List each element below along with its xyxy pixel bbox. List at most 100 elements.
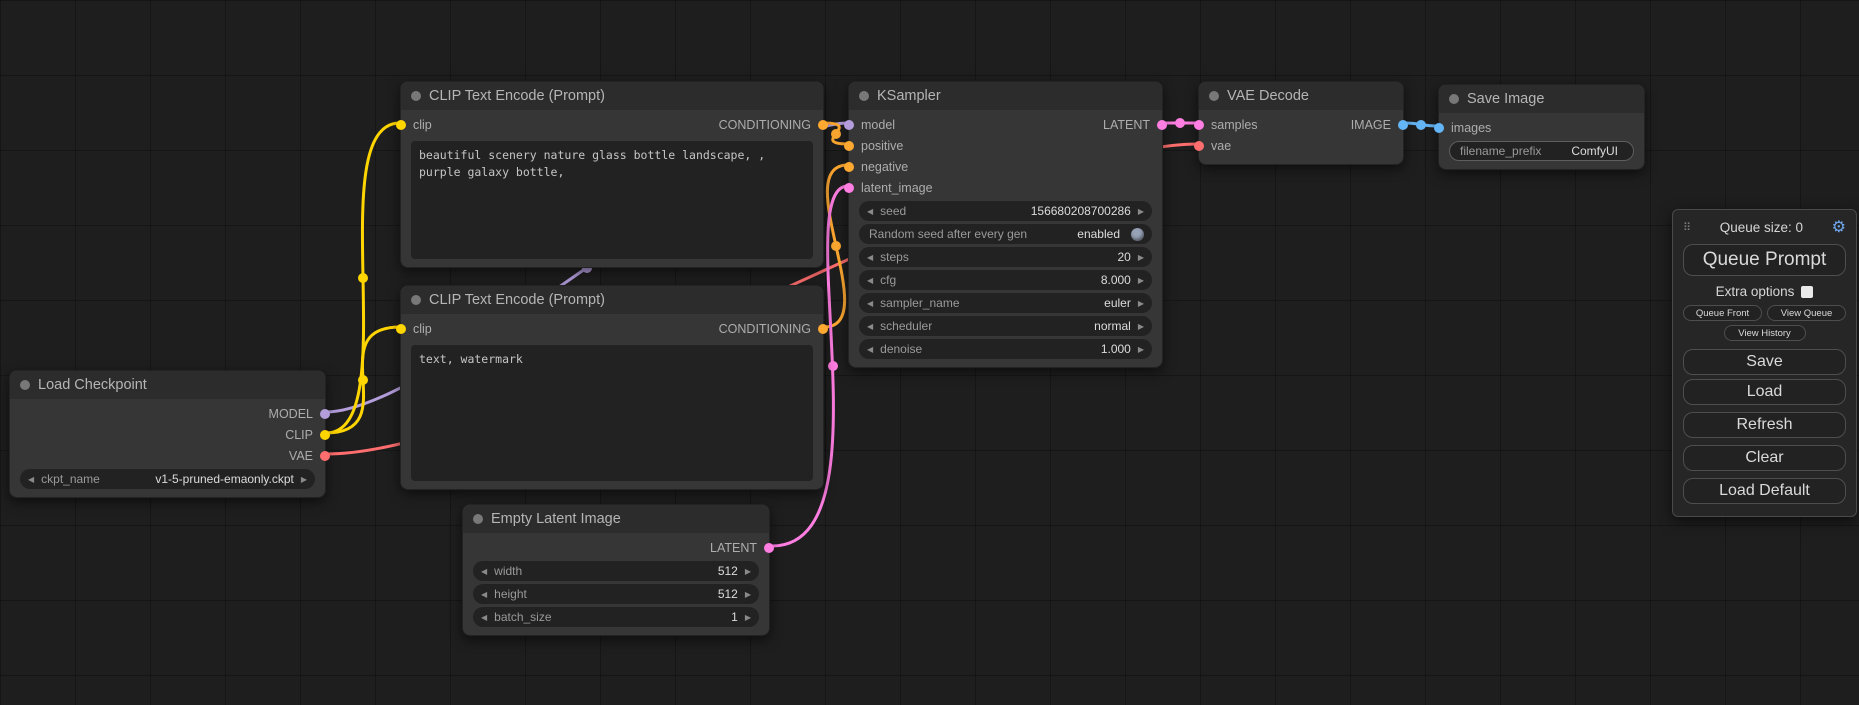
queue-front-button[interactable]: Queue Front bbox=[1683, 305, 1762, 321]
slot-row: model LATENT bbox=[849, 114, 1162, 135]
widget-value: enabled bbox=[1077, 227, 1120, 241]
prompt-textarea[interactable]: text, watermark bbox=[411, 345, 813, 481]
node-vae-decode[interactable]: VAE Decode samples IMAGE vae bbox=[1198, 81, 1404, 165]
width-widget[interactable]: ◀ width 512 ▶ bbox=[473, 561, 759, 581]
input-dot-clip[interactable] bbox=[396, 120, 406, 130]
extra-options-checkbox[interactable] bbox=[1801, 286, 1813, 298]
stepper-left-icon[interactable]: ◀ bbox=[28, 475, 34, 484]
stepper-left-icon[interactable]: ◀ bbox=[867, 345, 873, 354]
output-dot-model[interactable] bbox=[320, 409, 330, 419]
node-title-bar[interactable]: KSampler bbox=[849, 82, 1162, 110]
node-title-bar[interactable]: Empty Latent Image bbox=[463, 505, 769, 533]
stepper-right-icon[interactable]: ▶ bbox=[1138, 322, 1144, 331]
scheduler-widget[interactable]: ◀ scheduler normal ▶ bbox=[859, 316, 1152, 336]
input-slot-latent-image: latent_image bbox=[849, 177, 1162, 198]
refresh-button[interactable]: Refresh bbox=[1683, 412, 1846, 438]
node-clip-text-encode-negative[interactable]: CLIP Text Encode (Prompt) clip CONDITION… bbox=[400, 285, 824, 490]
widget-label: filename_prefix bbox=[1460, 144, 1541, 158]
collapse-dot-icon[interactable] bbox=[1449, 94, 1459, 104]
node-title-bar[interactable]: VAE Decode bbox=[1199, 82, 1403, 110]
sampler-name-widget[interactable]: ◀ sampler_name euler ▶ bbox=[859, 293, 1152, 313]
input-dot-latent-image[interactable] bbox=[844, 183, 854, 193]
stepper-left-icon[interactable]: ◀ bbox=[481, 567, 487, 576]
collapse-dot-icon[interactable] bbox=[1209, 91, 1219, 101]
settings-gear-icon[interactable]: ⚙ bbox=[1832, 217, 1846, 237]
collapse-dot-icon[interactable] bbox=[20, 380, 30, 390]
node-title-bar[interactable]: Save Image bbox=[1439, 85, 1644, 113]
denoise-widget[interactable]: ◀ denoise 1.000 ▶ bbox=[859, 339, 1152, 359]
collapse-dot-icon[interactable] bbox=[473, 514, 483, 524]
stepper-left-icon[interactable]: ◀ bbox=[867, 322, 873, 331]
queue-panel-header: ⠿ Queue size: 0 ⚙ bbox=[1683, 216, 1846, 238]
view-queue-button[interactable]: View Queue bbox=[1767, 305, 1846, 321]
wire-midpoint-dot bbox=[1416, 120, 1426, 130]
input-dot-vae[interactable] bbox=[1194, 141, 1204, 151]
collapse-dot-icon[interactable] bbox=[411, 91, 421, 101]
node-load-checkpoint[interactable]: Load Checkpoint MODEL CLIP VAE ◀ ckpt_na… bbox=[9, 370, 326, 498]
input-dot-model[interactable] bbox=[844, 120, 854, 130]
stepper-right-icon[interactable]: ▶ bbox=[1138, 207, 1144, 216]
output-dot-latent[interactable] bbox=[1157, 120, 1167, 130]
node-title-bar[interactable]: Load Checkpoint bbox=[10, 371, 325, 399]
stepper-left-icon[interactable]: ◀ bbox=[481, 590, 487, 599]
stepper-left-icon[interactable]: ◀ bbox=[867, 299, 873, 308]
stepper-left-icon[interactable]: ◀ bbox=[867, 207, 873, 216]
wire-midpoint-dot bbox=[358, 273, 368, 283]
height-widget[interactable]: ◀ height 512 ▶ bbox=[473, 584, 759, 604]
input-dot-negative[interactable] bbox=[844, 162, 854, 172]
drag-handle-icon[interactable]: ⠿ bbox=[1683, 221, 1691, 234]
load-button[interactable]: Load bbox=[1683, 379, 1846, 405]
view-history-button[interactable]: View History bbox=[1724, 325, 1806, 341]
save-button[interactable]: Save bbox=[1683, 349, 1846, 375]
widget-value: 8.000 bbox=[1101, 273, 1131, 287]
node-title-bar[interactable]: CLIP Text Encode (Prompt) bbox=[401, 82, 823, 110]
output-dot-conditioning[interactable] bbox=[818, 324, 828, 334]
output-dot-vae[interactable] bbox=[320, 451, 330, 461]
collapse-dot-icon[interactable] bbox=[859, 91, 869, 101]
cfg-widget[interactable]: ◀ cfg 8.000 ▶ bbox=[859, 270, 1152, 290]
stepper-left-icon[interactable]: ◀ bbox=[481, 613, 487, 622]
widget-value: 512 bbox=[718, 564, 738, 578]
node-graph-canvas[interactable]: Load Checkpoint MODEL CLIP VAE ◀ ckpt_na… bbox=[0, 0, 1859, 705]
node-save-image[interactable]: Save Image images filename_prefix ComfyU… bbox=[1438, 84, 1645, 170]
input-dot-clip[interactable] bbox=[396, 324, 406, 334]
stepper-left-icon[interactable]: ◀ bbox=[867, 276, 873, 285]
batch-size-widget[interactable]: ◀ batch_size 1 ▶ bbox=[473, 607, 759, 627]
prompt-textarea[interactable]: beautiful scenery nature glass bottle la… bbox=[411, 141, 813, 259]
slot-row: samples IMAGE bbox=[1199, 114, 1403, 135]
ckpt-name-widget[interactable]: ◀ ckpt_name v1-5-pruned-emaonly.ckpt ▶ bbox=[20, 469, 315, 489]
filename-prefix-widget[interactable]: filename_prefix ComfyUI bbox=[1449, 141, 1634, 161]
stepper-right-icon[interactable]: ▶ bbox=[301, 475, 307, 484]
node-clip-text-encode-positive[interactable]: CLIP Text Encode (Prompt) clip CONDITION… bbox=[400, 81, 824, 268]
node-title-bar[interactable]: CLIP Text Encode (Prompt) bbox=[401, 286, 823, 314]
random-seed-toggle-widget[interactable]: Random seed after every gen enabled bbox=[859, 224, 1152, 244]
output-dot-conditioning[interactable] bbox=[818, 120, 828, 130]
input-slot-negative: negative bbox=[849, 156, 1162, 177]
collapse-dot-icon[interactable] bbox=[411, 295, 421, 305]
input-dot-positive[interactable] bbox=[844, 141, 854, 151]
node-ksampler[interactable]: KSampler model LATENT positive negative … bbox=[848, 81, 1163, 368]
output-dot-latent[interactable] bbox=[764, 543, 774, 553]
node-empty-latent-image[interactable]: Empty Latent Image LATENT ◀ width 512 ▶ … bbox=[462, 504, 770, 636]
input-dot-images[interactable] bbox=[1434, 123, 1444, 133]
load-default-button[interactable]: Load Default bbox=[1683, 478, 1846, 504]
stepper-right-icon[interactable]: ▶ bbox=[1138, 345, 1144, 354]
stepper-right-icon[interactable]: ▶ bbox=[745, 590, 751, 599]
seed-widget[interactable]: ◀ seed 156680208700286 ▶ bbox=[859, 201, 1152, 221]
stepper-left-icon[interactable]: ◀ bbox=[867, 253, 873, 262]
output-dot-image[interactable] bbox=[1398, 120, 1408, 130]
output-dot-clip[interactable] bbox=[320, 430, 330, 440]
queue-prompt-button[interactable]: Queue Prompt bbox=[1683, 244, 1846, 276]
stepper-right-icon[interactable]: ▶ bbox=[745, 613, 751, 622]
stepper-right-icon[interactable]: ▶ bbox=[1138, 276, 1144, 285]
queue-menu-panel: ⠿ Queue size: 0 ⚙ Queue Prompt Extra opt… bbox=[1672, 209, 1857, 517]
clear-button[interactable]: Clear bbox=[1683, 445, 1846, 471]
stepper-right-icon[interactable]: ▶ bbox=[1138, 253, 1144, 262]
input-slot-vae: vae bbox=[1199, 135, 1403, 156]
toggle-knob-icon[interactable] bbox=[1131, 228, 1144, 241]
stepper-right-icon[interactable]: ▶ bbox=[745, 567, 751, 576]
stepper-right-icon[interactable]: ▶ bbox=[1138, 299, 1144, 308]
input-dot-samples[interactable] bbox=[1194, 120, 1204, 130]
slot-label: CONDITIONING bbox=[719, 118, 811, 132]
steps-widget[interactable]: ◀ steps 20 ▶ bbox=[859, 247, 1152, 267]
